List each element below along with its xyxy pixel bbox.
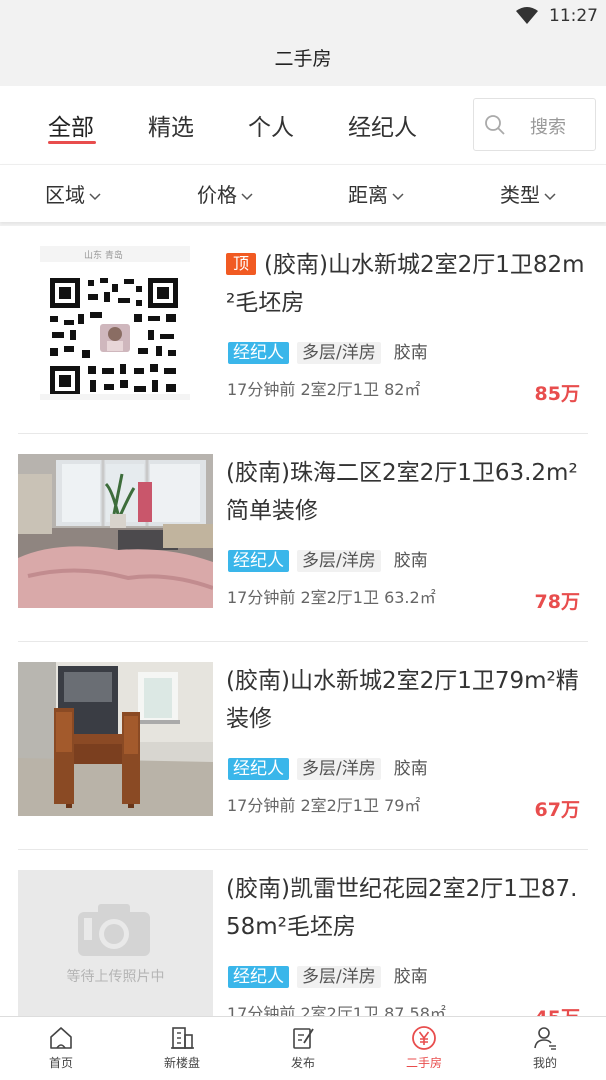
nav-new-buildings-label: 新楼盘 (163, 1056, 200, 1070)
listing-title: (胶南)山水新城2室2厅1卫79m²精装修 (226, 668, 579, 732)
chevron-down-icon (544, 192, 556, 200)
list-item[interactable]: (胶南)山水新城2室2厅1卫79m²精装修 经纪人 多层/洋房 胶南 17分钟前 2… (0, 642, 606, 850)
chevron-down-icon (392, 192, 404, 200)
property-type-tag: 多层/洋房 (297, 550, 381, 572)
nav-home-label: 首页 (48, 1056, 73, 1070)
listing-tags: 经纪人 多层/洋房 胶南 (228, 966, 441, 988)
yuan-icon (412, 1026, 436, 1050)
tab-agent[interactable]: 经纪人 (348, 108, 417, 142)
listing-photo (18, 662, 213, 816)
filter-type-label: 类型 (500, 183, 540, 207)
nav-second-hand[interactable]: 二手房 (384, 1025, 464, 1071)
property-type-tag: 多层/洋房 (297, 342, 381, 364)
placeholder-text: 等待上传照片中 (66, 969, 165, 985)
tab-all[interactable]: 全部 (48, 108, 94, 142)
property-type-tag: 多层/洋房 (297, 966, 381, 988)
listing-title: (胶南)山水新城2室2厅1卫82m²毛坯房 (226, 252, 585, 316)
search-label: 搜索 (530, 117, 566, 138)
bedroom-photo-image (18, 454, 213, 608)
photo-placeholder: 等待上传照片中 (18, 870, 213, 1016)
area-tag: 胶南 (393, 343, 428, 363)
filter-bar: 区域 价格 距离 类型 (0, 164, 606, 222)
user-icon (534, 1027, 556, 1050)
listing-title-row: 顶 (胶南)山水新城2室2厅1卫82m²毛坯房 (226, 246, 588, 322)
home-icon (50, 1027, 72, 1049)
filter-distance[interactable]: 距离 (348, 179, 405, 208)
nav-home[interactable]: 首页 (21, 1025, 101, 1071)
listing-meta: 17分钟前 2室2厅1卫 82㎡ (227, 380, 421, 399)
agent-tag: 经纪人 (228, 758, 289, 780)
filter-distance-label: 距离 (348, 183, 388, 207)
area-tag: 胶南 (393, 759, 428, 779)
dining-room-photo-image (18, 662, 213, 816)
list-item[interactable]: (胶南)珠海二区2室2厅1卫63.2m²简单装修 经纪人 多层/洋房 胶南 17分钟… (0, 434, 606, 642)
edit-icon (293, 1028, 314, 1049)
camera-icon (78, 904, 150, 956)
nav-mine-label: 我的 (532, 1056, 557, 1070)
listing-meta: 17分钟前 2室2厅1卫 87.58㎡ (227, 1004, 446, 1016)
title-bar: 二手房 (0, 32, 606, 86)
tab-personal[interactable]: 个人 (248, 108, 294, 142)
list-item[interactable]: 山东 青岛 顶 (胶南)山水新城2室2厅1卫82m²毛坯房 经纪人 多层/洋房 … (0, 226, 606, 434)
agent-tag: 经纪人 (228, 550, 289, 572)
nav-publish[interactable]: 发布 (263, 1025, 343, 1071)
nav-publish-label: 发布 (290, 1056, 315, 1070)
listing-price: 45万 (535, 1003, 580, 1016)
filter-price-label: 价格 (197, 183, 237, 207)
bottom-nav: 首页 新楼盘 发布 二手房 我的 (0, 1016, 606, 1080)
search-icon (485, 115, 505, 135)
qr-code-thumbnail: 山东 青岛 (18, 246, 213, 400)
listing-price: 78万 (534, 591, 580, 613)
agent-tag: 经纪人 (228, 342, 289, 364)
page-title: 二手房 (274, 48, 332, 70)
listing-tags: 经纪人 多层/洋房 胶南 (228, 550, 441, 572)
listing-title: (胶南)凯雷世纪花园2室2厅1卫87.58m²毛坯房 (226, 876, 578, 940)
listing-photo (18, 454, 213, 608)
area-tag: 胶南 (393, 551, 428, 571)
listing-tags: 经纪人 多层/洋房 胶南 (228, 758, 441, 780)
list-item[interactable]: 等待上传照片中 (胶南)凯雷世纪花园2室2厅1卫87.58m²毛坯房 经纪人 多层… (0, 850, 606, 1016)
nav-mine[interactable]: 我的 (505, 1025, 585, 1071)
top-badge: 顶 (226, 253, 257, 275)
search-box[interactable]: 搜索 (473, 98, 596, 151)
tab-bar: 全部 精选 个人 经纪人 搜索 (0, 86, 606, 164)
nav-new-buildings[interactable]: 新楼盘 (142, 1025, 222, 1071)
listing-price: 67万 (534, 799, 580, 821)
listing-title: (胶南)珠海二区2室2厅1卫63.2m²简单装修 (226, 460, 578, 524)
qr-code-icon (48, 276, 180, 398)
status-time: 11:27 (549, 6, 598, 26)
thumb-caption: 山东 青岛 (84, 251, 123, 261)
area-tag: 胶南 (393, 967, 428, 987)
active-tab-indicator (48, 141, 96, 144)
listing-tags: 经纪人 多层/洋房 胶南 (228, 342, 441, 364)
filter-type[interactable]: 类型 (500, 179, 557, 208)
listing-meta: 17分钟前 2室2厅1卫 79㎡ (227, 796, 421, 815)
tab-featured[interactable]: 精选 (148, 108, 194, 142)
listing-meta: 17分钟前 2室2厅1卫 63.2㎡ (227, 588, 436, 607)
chevron-down-icon (241, 192, 253, 200)
filter-region-label: 区域 (45, 183, 85, 207)
property-type-tag: 多层/洋房 (297, 758, 381, 780)
listing-price: 85万 (534, 383, 580, 405)
building-icon (171, 1027, 194, 1049)
filter-price[interactable]: 价格 (197, 179, 254, 208)
nav-second-hand-label: 二手房 (405, 1056, 442, 1070)
filter-region[interactable]: 区域 (45, 179, 102, 208)
agent-tag: 经纪人 (228, 966, 289, 988)
chevron-down-icon (89, 192, 101, 200)
status-bar: 11:27 (0, 0, 606, 32)
listing-list: 山东 青岛 顶 (胶南)山水新城2室2厅1卫82m²毛坯房 经纪人 多层/洋房 … (0, 226, 606, 1016)
wifi-icon (516, 7, 538, 24)
